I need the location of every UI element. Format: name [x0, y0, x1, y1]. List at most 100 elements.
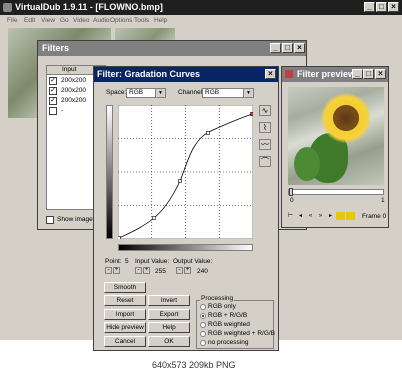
hide-preview-button[interactable]: Hide preview — [104, 322, 146, 333]
space-value: RGB — [129, 89, 144, 96]
processing-radio[interactable] — [200, 313, 206, 319]
preview-close-button[interactable]: × — [375, 69, 386, 79]
curve-mode-freehand-icon[interactable]: 〰 — [259, 139, 271, 150]
menu-edit[interactable]: Edit — [24, 17, 35, 24]
output-decrement-button[interactable]: - — [176, 267, 183, 274]
sunflower-center — [333, 105, 359, 131]
chevron-down-icon: ▼ — [155, 89, 165, 97]
filter-input-size: 200x200 — [61, 97, 86, 104]
filters-titlebar: Filters _ □ × — [38, 41, 306, 56]
processing-option-label: no processing — [208, 339, 249, 346]
point-value: 5 — [125, 258, 129, 265]
smooth-button[interactable]: Smooth — [104, 282, 146, 293]
menu-audio[interactable]: Audio — [93, 17, 110, 24]
filter-enable-checkbox[interactable] — [49, 107, 57, 115]
menu-go[interactable]: Go — [60, 17, 69, 24]
processing-option-label: RGB weighted — [208, 321, 250, 328]
preview-timeline-track[interactable] — [288, 189, 384, 195]
input-increment-button[interactable]: + — [143, 267, 150, 274]
curve-graph[interactable] — [118, 105, 253, 239]
preview-maximize-button[interactable]: □ — [363, 69, 374, 79]
filter-input-size: 200x200 — [61, 87, 86, 94]
invert-button[interactable]: Invert — [148, 295, 190, 306]
curve-mode-linear-icon[interactable]: ⌇ — [259, 122, 271, 133]
maximize-button[interactable]: □ — [376, 2, 387, 12]
menu-video[interactable]: Video — [73, 17, 90, 24]
channel-label: Channel: — [178, 89, 205, 96]
curves-close-button[interactable]: × — [265, 69, 276, 79]
ok-button[interactable]: OK — [148, 336, 190, 347]
processing-option-label: RGB only — [208, 303, 236, 310]
cancel-button[interactable]: Cancel — [104, 336, 146, 347]
import-button[interactable]: Import — [104, 309, 146, 320]
stop-icon[interactable]: ⊢ — [286, 212, 295, 220]
preview-minimize-button[interactable]: _ — [352, 69, 363, 79]
mark-in-icon[interactable] — [336, 212, 345, 220]
menu-tools[interactable]: Tools — [134, 17, 149, 24]
preview-image — [288, 87, 384, 185]
point-increment-button[interactable]: + — [113, 267, 120, 274]
space-select[interactable]: RGB ▼ — [126, 88, 166, 98]
frame-label: Frame 0 — [362, 213, 387, 220]
filter-enable-checkbox[interactable]: ✓ — [49, 77, 57, 85]
processing-radio[interactable] — [200, 322, 206, 328]
output-value: 240 — [197, 268, 208, 275]
point-label: Point: — [105, 258, 122, 265]
menu-options[interactable]: Options — [110, 17, 132, 24]
filters-maximize-button[interactable]: □ — [282, 43, 293, 53]
processing-option-label: RGB + R/G/B — [208, 312, 248, 319]
fast-forward-icon[interactable]: » — [316, 212, 325, 220]
filter-enable-checkbox[interactable]: ✓ — [49, 97, 57, 105]
curve-mode-gamma-icon[interactable]: ⌒ — [259, 156, 271, 167]
curves-titlebar: Filter: Gradation Curves × — [94, 67, 278, 82]
processing-option-label: RGB weighted + R/G/B — [208, 330, 276, 337]
main-titlebar: VirtualDub 1.9.11 - [FLOWNO.bmp] _ □ × — [0, 0, 402, 15]
input-value-label: Input Value: — [135, 258, 170, 265]
processing-radio[interactable] — [200, 340, 206, 346]
curve-point-active[interactable] — [250, 112, 254, 116]
prev-frame-icon[interactable]: ◂ — [296, 212, 305, 220]
next-frame-icon[interactable]: ▸ — [326, 212, 335, 220]
image-caption: 640x573 209kb PNG — [152, 360, 236, 370]
column-input: Input — [62, 66, 77, 73]
filters-close-button[interactable]: × — [294, 43, 305, 53]
sunflower-leaf — [294, 147, 320, 181]
preview-window: Filter preview _ □ × 0 1 ⊢ ◂ « » ▸ Frame… — [281, 66, 389, 228]
curve-mode-smooth-icon[interactable]: ∿ — [259, 105, 271, 116]
menu-view[interactable]: View — [41, 17, 55, 24]
menu-help[interactable]: Help — [154, 17, 167, 24]
preview-scale-end: 1 — [381, 197, 385, 204]
minimize-button[interactable]: _ — [364, 2, 375, 12]
input-gradient-bar — [118, 244, 253, 251]
close-button[interactable]: × — [388, 2, 399, 12]
curve-point[interactable] — [152, 216, 156, 220]
curve-point[interactable] — [178, 179, 182, 183]
filters-minimize-button[interactable]: _ — [270, 43, 281, 53]
channel-value: RGB — [205, 89, 220, 96]
show-image-checkbox[interactable] — [46, 216, 54, 224]
preview-timeline-thumb[interactable] — [289, 188, 293, 196]
output-value-label: Output Value: — [173, 258, 213, 265]
filter-enable-checkbox[interactable]: ✓ — [49, 87, 57, 95]
curve-point[interactable] — [206, 131, 210, 135]
preview-titlebar: Filter preview _ □ × — [282, 67, 388, 82]
filter-input-size: 200x200 — [61, 77, 86, 84]
help-button[interactable]: Help — [148, 322, 190, 333]
reset-button[interactable]: Reset — [104, 295, 146, 306]
export-button[interactable]: Export — [148, 309, 190, 320]
channel-select[interactable]: RGB ▼ — [202, 88, 254, 98]
app-icon — [3, 3, 12, 12]
mark-out-icon[interactable] — [346, 212, 355, 220]
output-increment-button[interactable]: + — [184, 267, 191, 274]
curve-point[interactable] — [118, 236, 121, 240]
point-decrement-button[interactable]: - — [105, 267, 112, 274]
space-label: Space: — [106, 89, 127, 96]
processing-radio[interactable] — [200, 304, 206, 310]
processing-radio[interactable] — [200, 331, 206, 337]
preview-app-icon — [285, 70, 293, 78]
image-caption-bar: 640x573 209kb PNG — [0, 355, 402, 375]
menu-file[interactable]: File — [7, 17, 17, 24]
rewind-icon[interactable]: « — [306, 212, 315, 220]
preview-scale-start: 0 — [290, 197, 294, 204]
input-decrement-button[interactable]: - — [135, 267, 142, 274]
